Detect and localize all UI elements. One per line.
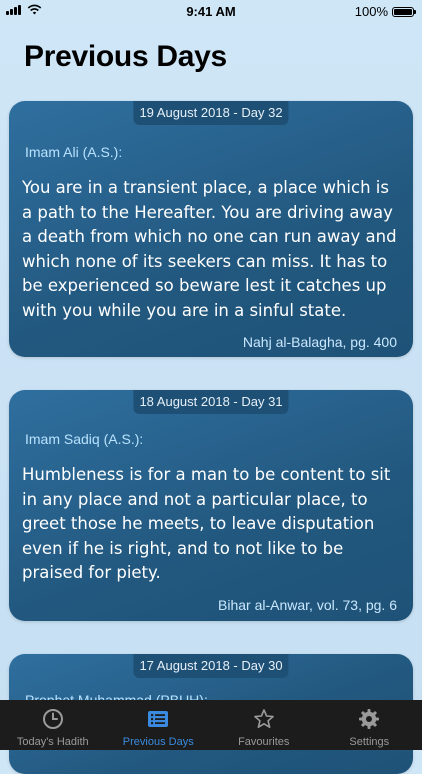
tab-previous-days[interactable]: Previous Days xyxy=(106,700,212,750)
card-date: 18 August 2018 - Day 31 xyxy=(133,390,288,414)
tab-bar: Today's Hadith Previous Days Favourites xyxy=(0,700,422,750)
star-icon xyxy=(253,708,275,730)
card-author: Imam Ali (A.S.): xyxy=(25,144,122,160)
list-icon xyxy=(147,708,169,730)
tab-todays-hadith[interactable]: Today's Hadith xyxy=(0,700,106,750)
tab-settings[interactable]: Settings xyxy=(317,700,422,750)
card-date: 19 August 2018 - Day 32 xyxy=(133,101,288,125)
tab-label: Favourites xyxy=(211,736,317,748)
tab-label: Settings xyxy=(317,736,422,748)
tab-label: Today's Hadith xyxy=(0,736,106,748)
tab-favourites[interactable]: Favourites xyxy=(211,700,317,750)
card-source: Bihar al-Anwar, vol. 73, pg. 6 xyxy=(218,597,397,613)
card-quote: Humbleness is for a man to be content to… xyxy=(22,463,401,586)
hadith-card[interactable]: 19 August 2018 - Day 32 Imam Ali (A.S.):… xyxy=(9,101,413,357)
status-bar: 9:41 AM 100% xyxy=(0,0,422,22)
page-title: Previous Days xyxy=(24,40,227,74)
card-quote: You are in a transient place, a place wh… xyxy=(22,176,401,323)
battery-icon xyxy=(392,7,414,17)
card-author: Imam Sadiq (A.S.): xyxy=(25,431,143,447)
status-right: 100% xyxy=(355,4,414,19)
battery-percentage: 100% xyxy=(355,4,388,19)
gear-icon xyxy=(358,708,380,730)
hadith-card[interactable]: 18 August 2018 - Day 31 Imam Sadiq (A.S.… xyxy=(9,390,413,621)
clock-icon xyxy=(42,708,64,730)
tab-label: Previous Days xyxy=(106,736,212,748)
card-date: 17 August 2018 - Day 30 xyxy=(133,654,288,678)
card-source: Nahj al-Balagha, pg. 400 xyxy=(243,334,397,350)
